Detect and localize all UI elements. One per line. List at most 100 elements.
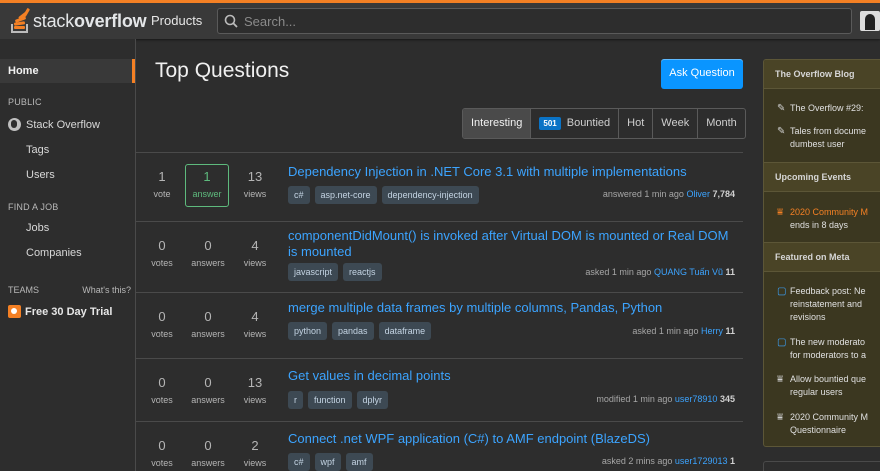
stack-exchange-icon: ⩸ xyxy=(777,207,784,218)
tab-interesting[interactable]: Interesting xyxy=(463,109,531,138)
question-tags: javascript reactjs xyxy=(288,263,387,281)
nav-section-public: PUBLIC xyxy=(8,97,42,107)
meta-item[interactable]: ⩸ Allow bountied que regular users xyxy=(777,373,880,399)
stack-exchange-icon: ⩸ xyxy=(777,412,784,423)
top-bar: stackoverflow Products xyxy=(0,0,880,39)
tag[interactable]: dplyr xyxy=(356,391,389,409)
nav-jobs[interactable]: Jobs xyxy=(26,222,49,234)
user-link[interactable]: Oliver xyxy=(686,189,710,199)
question-tags: python pandas dataframe xyxy=(288,322,436,340)
blog-item[interactable]: ✎ The Overflow #29: xyxy=(777,102,880,115)
tag[interactable]: r xyxy=(288,391,303,409)
chat-bubble-icon: ▢ xyxy=(777,286,787,297)
logo-text-light: stack xyxy=(33,10,75,31)
blog-item[interactable]: ✎ Tales from docume dumbest user xyxy=(777,125,880,151)
page-title: Top Questions xyxy=(155,59,290,82)
tab-bountied-label: Bountied xyxy=(566,117,611,129)
nav-stack-overflow-label: Stack Overflow xyxy=(26,118,100,131)
teams-briefcase-icon xyxy=(8,305,21,318)
view-count: 13 views xyxy=(243,169,267,199)
user-link[interactable]: Herry xyxy=(701,326,723,336)
question-title-link[interactable]: merge multiple data frames by multiple c… xyxy=(288,300,738,316)
nav-tags[interactable]: Tags xyxy=(26,144,49,156)
question-row: 1 vote 1 answer 13 views Dependency Injecti… xyxy=(136,152,743,221)
user-link[interactable]: user1729013 xyxy=(675,456,728,466)
tag[interactable]: wpf xyxy=(314,453,341,471)
nav-section-teams: TEAMS xyxy=(8,285,40,295)
tag[interactable]: reactjs xyxy=(343,263,382,281)
tag[interactable]: c# xyxy=(288,453,310,471)
free-trial-label: Free 30 Day Trial xyxy=(25,305,113,318)
tag[interactable]: dependency-injection xyxy=(381,186,479,204)
question-meta: asked 1 min ago Herry 11 xyxy=(632,326,735,336)
blog-header: The Overflow Blog xyxy=(764,60,880,89)
pencil-icon: ✎ xyxy=(777,103,786,114)
nav-home[interactable]: Home xyxy=(0,59,135,83)
tag[interactable]: c# xyxy=(288,186,310,204)
avatar[interactable] xyxy=(860,11,880,31)
tag[interactable]: javascript xyxy=(288,263,339,281)
meta-header: Featured on Meta xyxy=(764,242,880,272)
vote-count: 1 vote xyxy=(153,169,171,199)
question-row: 0 votes 0 answers 4 views merge multiple da… xyxy=(136,292,743,358)
tab-hot[interactable]: Hot xyxy=(618,109,652,138)
pencil-icon: ✎ xyxy=(777,126,786,137)
question-title-link[interactable]: componentDidMount() is invoked after Vir… xyxy=(288,228,738,260)
view-count: 4 views xyxy=(243,238,267,268)
nav-stack-overflow[interactable]: Stack Overflow xyxy=(8,118,100,131)
reputation: 7,784 xyxy=(712,189,735,199)
question-row: 0 votes 0 answers 2 views Connect .net WPF … xyxy=(136,421,743,471)
question-meta: asked 2 mins ago user1729013 1 xyxy=(601,456,735,466)
search-input[interactable] xyxy=(244,13,804,29)
stack-logo-icon xyxy=(10,7,31,34)
event-item[interactable]: ⩸ 2020 Community M ends in 8 days xyxy=(777,206,880,232)
vote-count: 0 votes xyxy=(151,309,173,339)
answer-count: 0 answers xyxy=(191,309,225,339)
question-title-link[interactable]: Get values in decimal points xyxy=(288,368,738,384)
meta-item[interactable]: ▢ Feedback post: Ne reinstatement and re… xyxy=(777,285,880,324)
ask-question-button[interactable]: Ask Question xyxy=(661,59,743,89)
reputation: 11 xyxy=(725,267,735,277)
products-link[interactable]: Products xyxy=(151,13,202,28)
sidebar-widget: The Overflow Blog ✎ The Overflow #29: ✎ … xyxy=(763,59,880,447)
user-link[interactable]: user78910 xyxy=(675,394,718,404)
question-meta: answered 1 min ago Oliver 7,784 xyxy=(602,189,735,199)
tag[interactable]: function xyxy=(308,391,352,409)
answer-count: 0 answers xyxy=(191,375,225,405)
stackoverflow-logo[interactable]: stackoverflow xyxy=(10,7,147,35)
logo-text-bold: overflow xyxy=(74,10,147,31)
tag[interactable]: python xyxy=(288,322,328,340)
tab-bountied[interactable]: 501 Bountied xyxy=(530,109,618,138)
bounty-count-badge: 501 xyxy=(539,117,561,130)
meta-item[interactable]: ⩸ 2020 Community M Questionnaire xyxy=(777,411,880,437)
tag[interactable]: dataframe xyxy=(378,322,432,340)
answer-count: 0 answers xyxy=(191,438,225,468)
sidebar-widget-next xyxy=(763,461,880,471)
question-meta: modified 1 min ago user78910 345 xyxy=(596,394,735,404)
stack-exchange-icon: ⩸ xyxy=(777,374,784,385)
user-link[interactable]: QUANG Tuấn Vũ xyxy=(654,267,723,277)
answer-count-accepted: 1 answer xyxy=(185,164,229,207)
nav-companies[interactable]: Companies xyxy=(26,247,82,259)
whats-this-link[interactable]: What's this? xyxy=(82,285,131,295)
question-list: 1 vote 1 answer 13 views Dependency Injecti… xyxy=(136,152,743,471)
search-box[interactable] xyxy=(217,8,852,34)
reputation: 345 xyxy=(719,394,735,404)
view-count: 13 views xyxy=(243,375,267,405)
view-count: 4 views xyxy=(243,309,267,339)
globe-icon xyxy=(8,118,21,131)
vote-count: 0 votes xyxy=(151,238,173,268)
free-trial-link[interactable]: Free 30 Day Trial xyxy=(8,305,112,318)
tag[interactable]: asp.net-core xyxy=(314,186,377,204)
tab-week[interactable]: Week xyxy=(652,109,697,138)
nav-users[interactable]: Users xyxy=(26,169,55,181)
reputation: 11 xyxy=(725,326,735,336)
tab-month[interactable]: Month xyxy=(697,109,745,138)
tag[interactable]: pandas xyxy=(332,322,374,340)
tag[interactable]: amf xyxy=(345,453,373,471)
view-count: 2 views xyxy=(243,438,267,468)
meta-item[interactable]: ▢ The new moderato for moderators to a xyxy=(777,336,880,362)
question-title-link[interactable]: Dependency Injection in .NET Core 3.1 wi… xyxy=(288,164,738,180)
question-tags: c# asp.net-core dependency-injection xyxy=(288,186,484,204)
question-title-link[interactable]: Connect .net WPF application (C#) to AMF… xyxy=(288,431,738,447)
